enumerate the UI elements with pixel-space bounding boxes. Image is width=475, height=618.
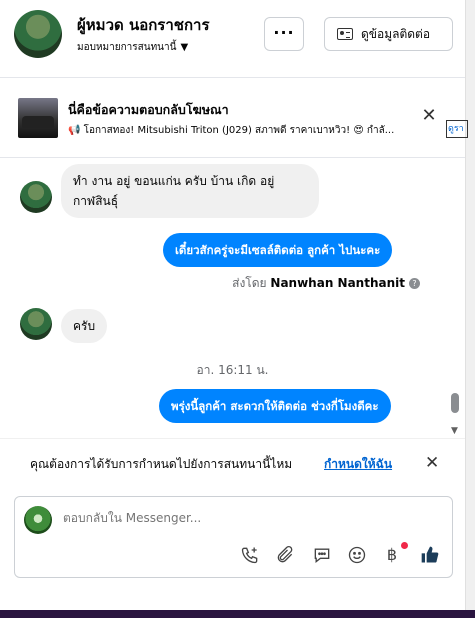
assign-question: คุณต้องการได้รับการกำหนดไปยังการสนทนานี้… xyxy=(30,457,293,471)
payment-icon[interactable]: ฿ xyxy=(382,545,402,565)
phone-add-icon[interactable] xyxy=(240,545,260,565)
close-icon[interactable]: ✕ xyxy=(421,107,437,125)
assign-notice: คุณต้องการได้รับการกำหนดไปยังการสนทนานี้… xyxy=(0,438,465,490)
incoming-message: ทำ งาน อยู่ ขอนแก่น ครับ บ้าน เกิด อยู่ … xyxy=(61,164,319,218)
assign-to-me-link[interactable]: กำหนดให้ฉัน xyxy=(324,455,392,474)
conversation-header: ผู้หมวด นอกราชการ มอบหมายการสนทนานี้ ▼ ··… xyxy=(0,0,465,78)
scroll-down-icon[interactable]: ▼ xyxy=(451,426,458,436)
chat-scrollbar-thumb[interactable] xyxy=(451,393,459,413)
view-contact-label: ดูข้อมูลติดต่อ xyxy=(361,27,431,41)
sender-name: Nanwhan Nanthanit xyxy=(270,276,405,290)
attachment-icon[interactable] xyxy=(275,545,295,565)
sent-by-label: ส่งโดย Nanwhan Nanthanit? xyxy=(232,274,420,293)
ad-thumbnail[interactable] xyxy=(18,98,58,138)
info-icon[interactable]: ? xyxy=(409,278,420,289)
ad-reply-banner: นี่คือข้อความตอบกลับโฆษณา 📢 โอกาสทอง! Mi… xyxy=(0,78,468,158)
reply-composer: ฿ xyxy=(14,496,453,578)
assign-label: มอบหมายการสนทนานี้ xyxy=(77,42,177,53)
view-ad-button[interactable]: ดูรา xyxy=(446,120,468,138)
reply-input[interactable] xyxy=(63,511,363,525)
taskbar-strip xyxy=(0,610,475,618)
contact-name[interactable]: ผู้หมวด นอกราชการ xyxy=(77,13,210,37)
saved-reply-icon[interactable] xyxy=(312,545,332,565)
outgoing-message: เดี๋ยวสักครู่จะมีเซลล์ติดต่อ ลูกค้า ไปนะ… xyxy=(163,233,393,267)
outgoing-message: พรุ่งนี้ลูกค้า สะดวกให้ติดต่อ ช่วงกี่โมง… xyxy=(159,389,391,423)
thumbs-up-icon[interactable] xyxy=(420,545,440,565)
panel-scrollbar[interactable] xyxy=(465,0,475,610)
contact-avatar[interactable] xyxy=(14,10,62,58)
view-contact-button[interactable]: ดูข้อมูลติดต่อ xyxy=(324,17,453,51)
ad-title: นี่คือข้อความตอบกลับโฆษณา xyxy=(68,102,229,117)
notification-dot xyxy=(401,542,408,549)
incoming-message: ครับ xyxy=(61,309,108,343)
page-avatar xyxy=(24,506,52,534)
message-timestamp: อา. 16:11 น. xyxy=(196,363,269,377)
ad-text: 📢 โอกาสทอง! Mitsubishi Triton (J029) สภา… xyxy=(68,125,395,136)
more-options-button[interactable]: ··· xyxy=(264,17,304,51)
caret-down-icon: ▼ xyxy=(180,42,189,53)
avatar xyxy=(20,181,52,213)
assign-dropdown[interactable]: มอบหมายการสนทนานี้ ▼ xyxy=(77,40,188,55)
sent-by-prefix: ส่งโดย xyxy=(232,276,267,290)
emoji-icon[interactable] xyxy=(347,545,367,565)
close-icon[interactable]: ✕ xyxy=(425,453,439,473)
contact-card-icon xyxy=(337,28,353,40)
avatar xyxy=(20,308,52,340)
message-thread: ทำ งาน อยู่ ขอนแก่น ครับ บ้าน เกิด อยู่ … xyxy=(0,158,465,438)
